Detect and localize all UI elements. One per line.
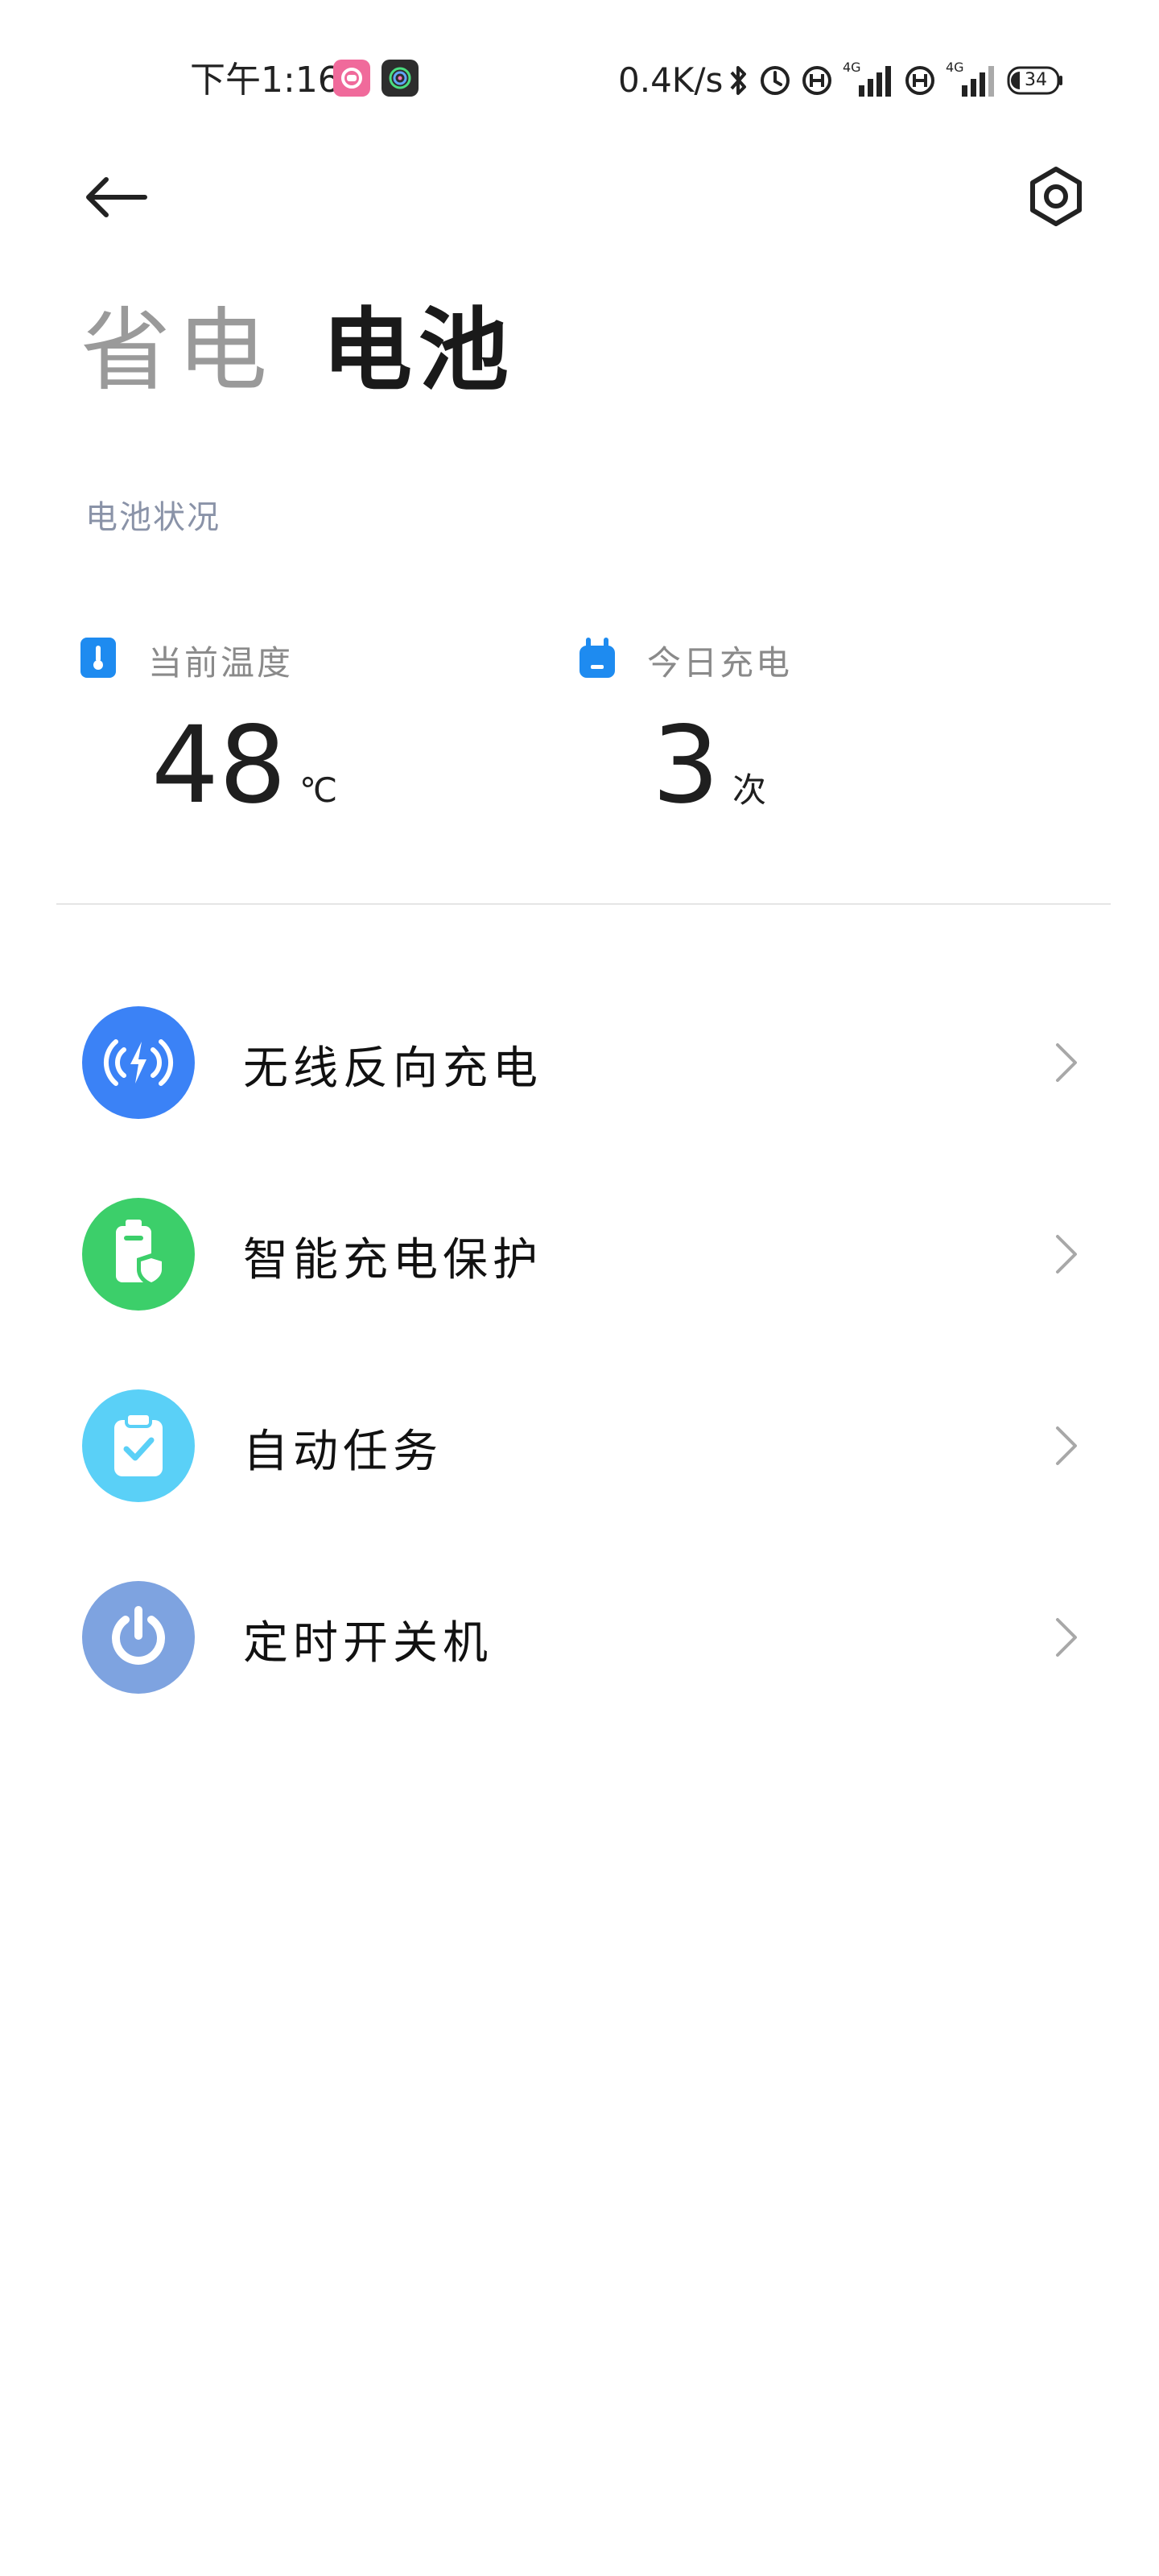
gear-icon: [1030, 167, 1082, 226]
chevron-right-icon: [1056, 1426, 1077, 1465]
back-arrow-icon: [86, 177, 147, 217]
chevron-right-icon: [1056, 1618, 1077, 1657]
stat-label-temperature: 当前温度: [148, 643, 294, 683]
menu-item-wireless-reverse-charge[interactable]: 无线反向充电: [0, 966, 1159, 1158]
section-label-battery-status: 电池状况: [85, 499, 221, 536]
stat-unit-charge-count: 次: [732, 770, 766, 810]
notification-app-icon: [333, 60, 370, 97]
menu-label: 无线反向充电: [243, 1042, 542, 1095]
stat-value-row-temperature: 48 ℃: [151, 705, 337, 826]
status-icons: 4G 4G 34: [728, 60, 1063, 101]
menu-label: 定时开关机: [243, 1617, 493, 1670]
menu-label: 自动任务: [243, 1426, 443, 1478]
stat-value-row-charge-count: 3 次: [652, 705, 766, 826]
network-speed: 0.4K/s: [618, 60, 724, 100]
chevron-right-icon: [1056, 1235, 1077, 1274]
battery-level: 34: [1025, 70, 1047, 90]
scheduled-power-icon: [82, 1581, 195, 1694]
menu-list: 无线反向充电 智能充电保护 自动任务 定时开关机: [0, 966, 1159, 1732]
notification-fitness-icon: [382, 60, 419, 97]
bluetooth-icon: [728, 63, 749, 98]
stat-unit-temperature: ℃: [299, 770, 338, 810]
tab-power-saving[interactable]: 省电: [80, 296, 274, 406]
alarm-icon: [759, 64, 791, 97]
menu-item-auto-task[interactable]: 自动任务: [0, 1349, 1159, 1541]
plug-icon: [580, 638, 615, 679]
divider: [56, 903, 1111, 905]
signal-strength-icon: 4G: [843, 60, 894, 98]
stat-value-charge-count: 3: [652, 704, 720, 828]
stat-label-charge-count: 今日充电: [647, 643, 793, 683]
menu-label: 智能充电保护: [243, 1234, 542, 1286]
back-button[interactable]: [77, 161, 155, 233]
tab-battery[interactable]: 电池: [322, 296, 515, 406]
hd-voice-icon-2: [904, 64, 936, 97]
status-time: 下午1:16: [190, 60, 340, 101]
signal-strength-icon-2: 4G: [946, 60, 997, 98]
smart-charge-protect-icon: [82, 1198, 195, 1311]
stat-value-temperature: 48: [151, 704, 287, 828]
status-bar: 下午1:16 0.4K/s 4G 4G 34: [0, 0, 1159, 161]
wireless-reverse-charge-icon: [82, 1006, 195, 1119]
battery-icon: 34: [1007, 64, 1063, 97]
menu-item-smart-charge-protect[interactable]: 智能充电保护: [0, 1158, 1159, 1349]
settings-button[interactable]: [1017, 158, 1095, 235]
thermometer-icon: [80, 638, 116, 679]
auto-task-icon: [82, 1389, 195, 1502]
menu-item-scheduled-power[interactable]: 定时开关机: [0, 1541, 1159, 1732]
chevron-right-icon: [1056, 1043, 1077, 1082]
hd-voice-icon: [801, 64, 833, 97]
battery-settings-page: 下午1:16 0.4K/s 4G 4G 34 省电 电池 电池状况 当前温度 4…: [0, 0, 1159, 2576]
